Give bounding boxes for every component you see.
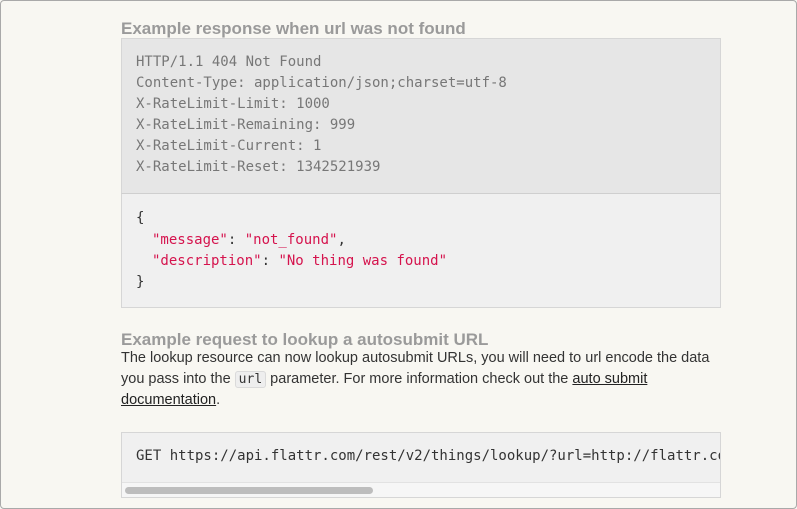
desc-text: . xyxy=(216,392,221,408)
header-line: HTTP/1.1 404 Not Found xyxy=(136,54,322,70)
response-headers-block: HTTP/1.1 404 Not Found Content-Type: app… xyxy=(121,38,721,195)
json-description-line: "description": "No thing was found" xyxy=(152,253,447,269)
request-code-block[interactable]: GET https://api.flattr.com/rest/v2/thing… xyxy=(121,432,721,498)
request-line: GET https://api.flattr.com/rest/v2/thing… xyxy=(136,448,720,464)
json-close-brace: } xyxy=(136,274,145,290)
header-line: X-RateLimit-Current: 1 xyxy=(136,138,322,154)
response-json-block: { "message": "not_found", "description":… xyxy=(121,193,721,308)
json-value: "No thing was found" xyxy=(278,253,448,269)
json-value: "not_found" xyxy=(244,232,338,248)
json-sep: : xyxy=(227,232,245,248)
section-description: The lookup resource can now lookup autos… xyxy=(121,348,719,411)
header-line: Content-Type: application/json;charset=u… xyxy=(136,75,507,91)
section-heading-autosubmit: Example request to lookup a autosubmit U… xyxy=(121,330,489,349)
json-comma: , xyxy=(337,232,346,248)
header-line: X-RateLimit-Limit: 1000 xyxy=(136,96,330,112)
inline-code-url: url xyxy=(234,371,267,388)
json-key: "message" xyxy=(152,232,228,248)
scrollbar-thumb[interactable] xyxy=(125,487,373,494)
section-heading-not-found: Example response when url was not found xyxy=(121,19,466,38)
header-line: X-RateLimit-Remaining: 999 xyxy=(136,117,356,133)
json-sep: : xyxy=(261,253,279,269)
json-open-brace: { xyxy=(136,210,145,226)
json-key: "description" xyxy=(152,253,262,269)
json-message-line: "message": "not_found", xyxy=(152,232,346,248)
desc-text: parameter. For more information check ou… xyxy=(266,371,573,387)
header-line: X-RateLimit-Reset: 1342521939 xyxy=(136,159,381,175)
horizontal-scrollbar[interactable] xyxy=(122,482,720,497)
